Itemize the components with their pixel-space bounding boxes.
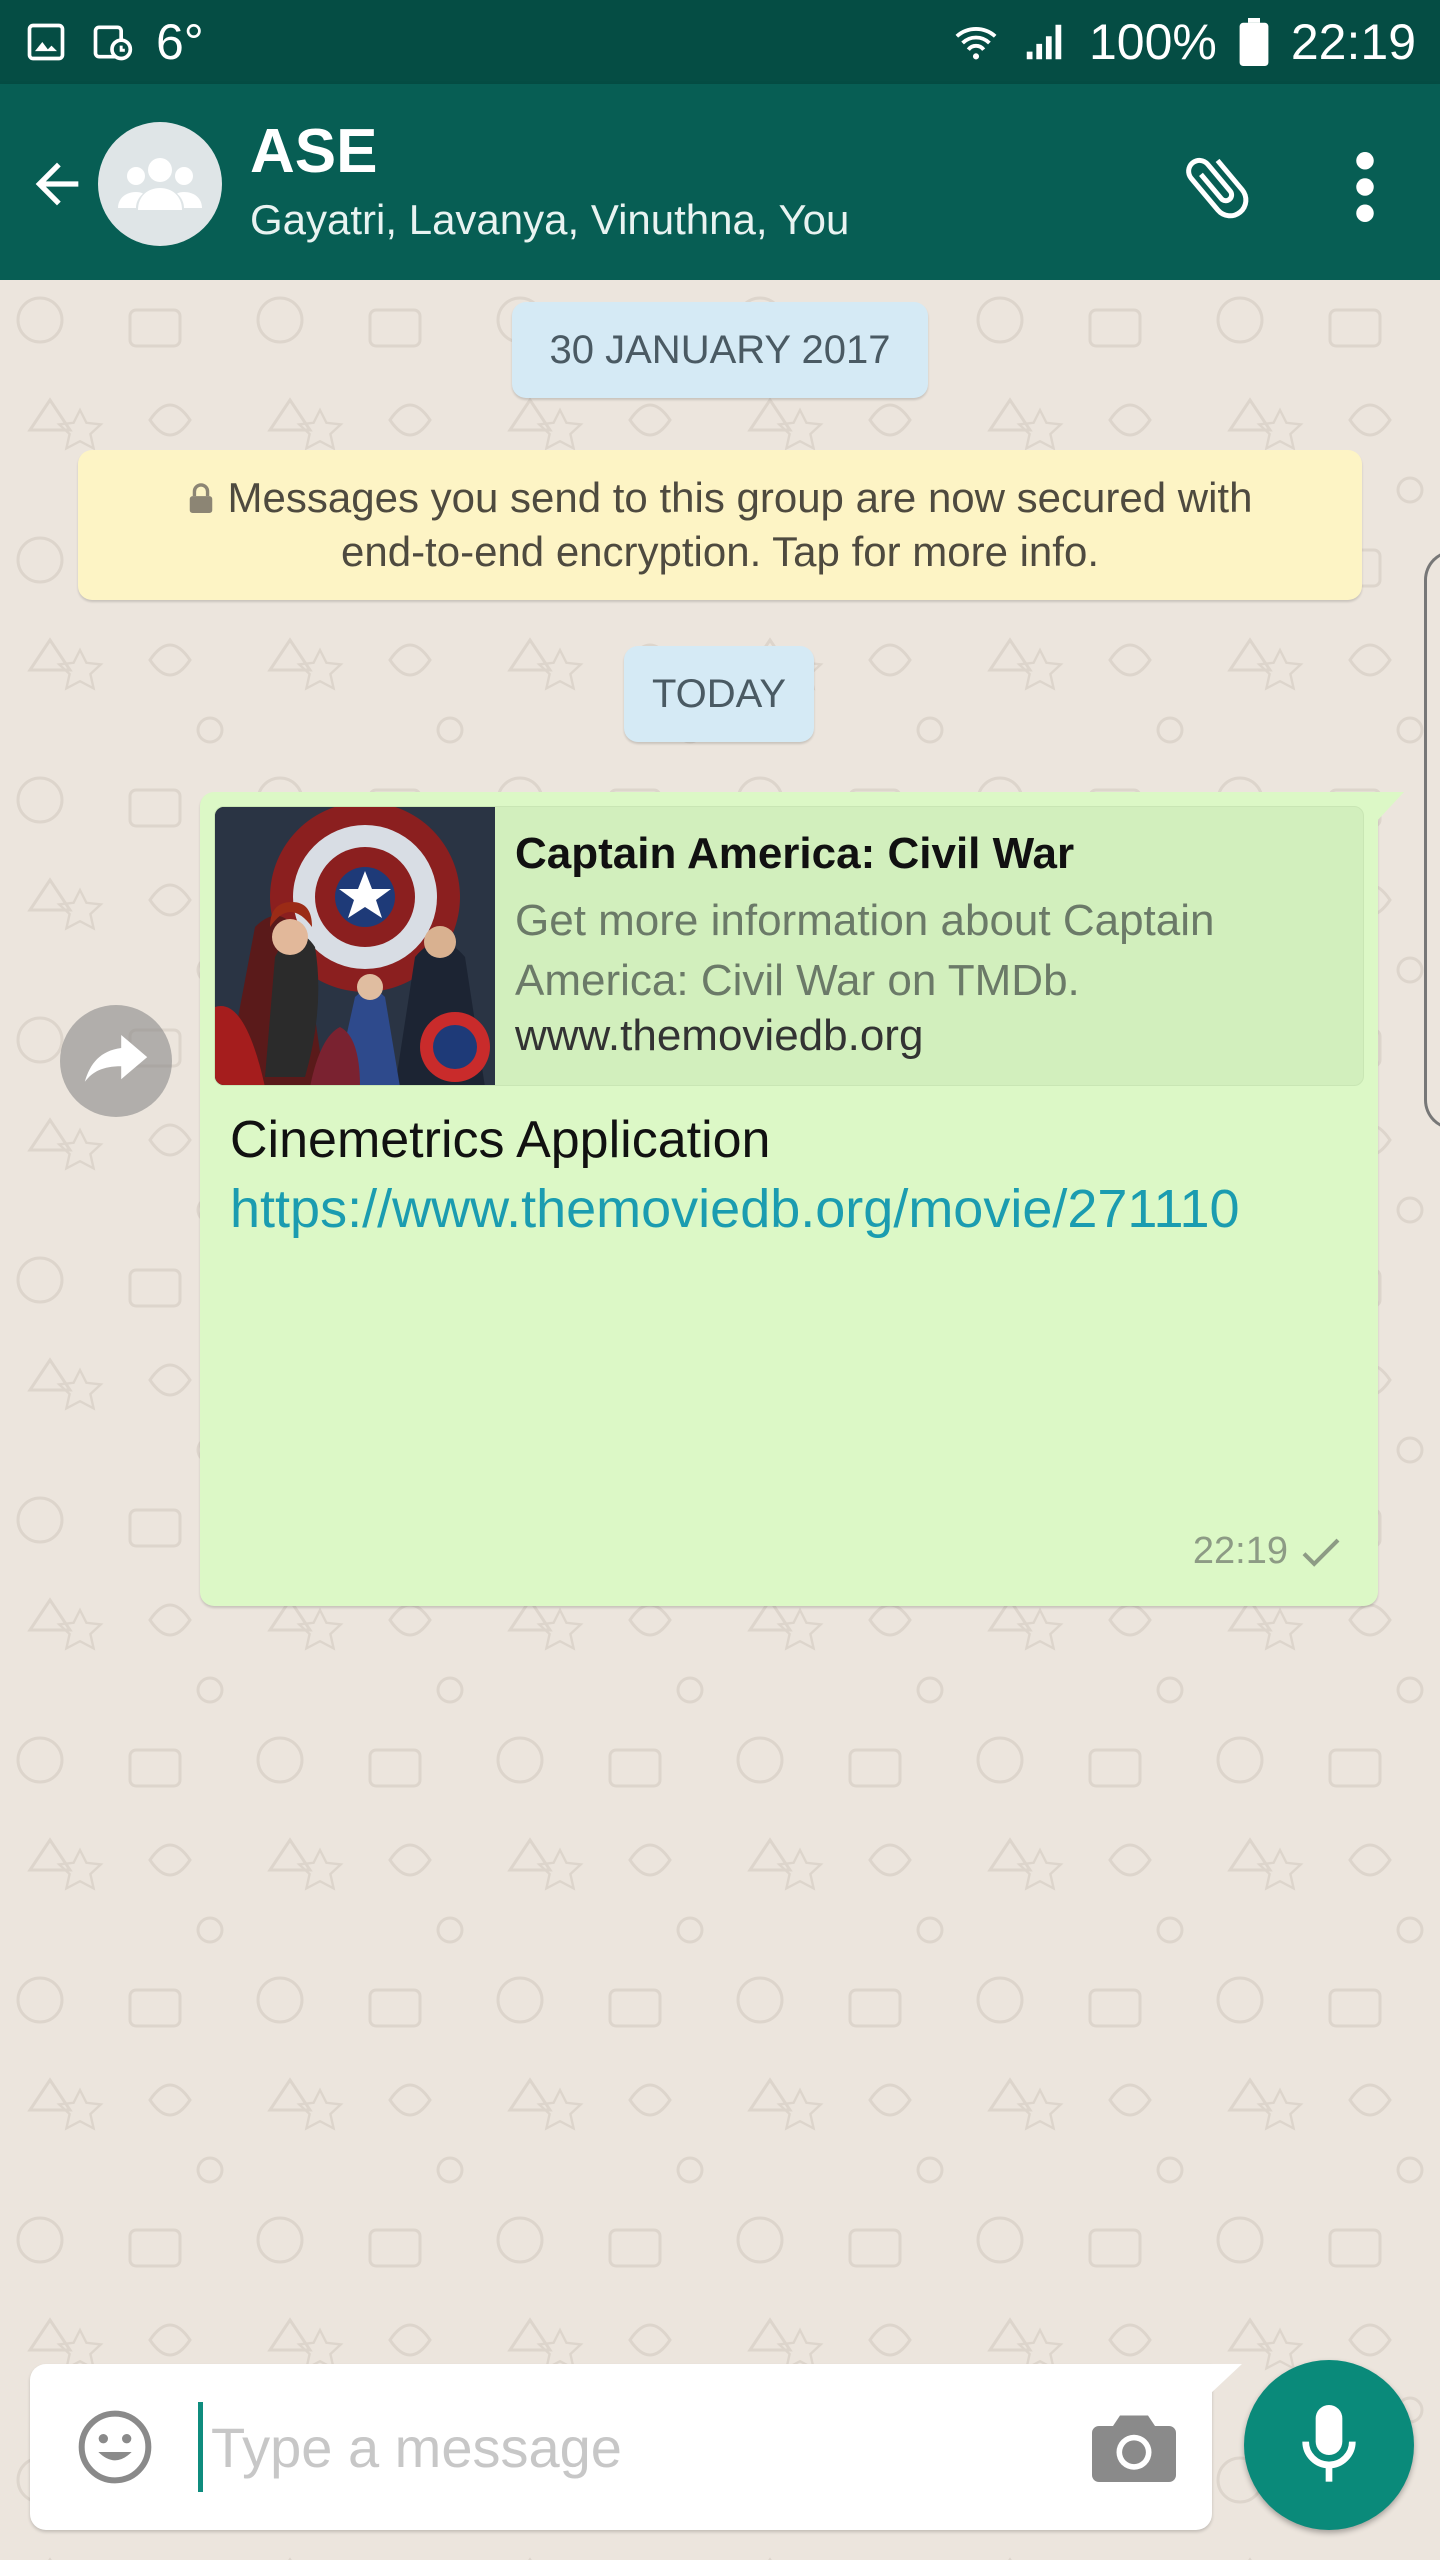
emoji-button[interactable] <box>72 2404 158 2490</box>
single-check-icon <box>1302 1538 1340 1567</box>
more-options-button[interactable] <box>1330 142 1400 232</box>
signal-icon <box>1021 19 1067 65</box>
forward-icon <box>84 1035 148 1082</box>
more-vertical-icon <box>1356 152 1374 222</box>
emoji-icon <box>78 2410 152 2484</box>
paperclip-icon <box>1186 157 1249 219</box>
status-bar: 6° 100% 22:19 <box>0 0 1440 84</box>
gallery-notification-icon <box>24 20 68 64</box>
message-text: Cinemetrics Application <box>230 1111 771 1169</box>
calendar-notification-icon <box>90 20 134 64</box>
date-chip: TODAY <box>624 646 814 742</box>
group-avatar-icon <box>118 158 202 210</box>
chat-participants[interactable]: Gayatri, Lavanya, Vinuthna, You <box>250 196 849 244</box>
lock-icon <box>189 483 212 513</box>
outgoing-message-bubble[interactable]: Captain America: Civil War Get more info… <box>200 792 1404 1606</box>
back-button[interactable] <box>22 144 92 224</box>
message-time: 22:19 <box>1192 1530 1288 1572</box>
encryption-notice[interactable]: Messages you send to this group are now … <box>78 450 1362 600</box>
group-avatar[interactable] <box>98 122 222 246</box>
link-preview-description: Get more information about Captain Ameri… <box>515 896 1215 1005</box>
bubble-tail <box>1376 792 1404 822</box>
chat-title[interactable]: ASE <box>250 116 377 187</box>
back-arrow-icon <box>35 162 79 206</box>
link-preview-card[interactable]: Captain America: Civil War Get more info… <box>214 806 1364 1086</box>
link-preview-domain: www.themoviedb.org <box>515 1011 924 1060</box>
microphone-icon <box>1302 2405 1356 2482</box>
camera-button[interactable] <box>1086 2402 1182 2492</box>
chat-area[interactable]: 30 JANUARY 2017 Messages you send to thi… <box>0 280 1440 2560</box>
encryption-text-line-1: Messages you send to this group are now … <box>227 474 1253 521</box>
attach-button[interactable] <box>1172 142 1262 232</box>
message-composer <box>30 2364 1242 2530</box>
link-preview-title: Captain America: Civil War <box>515 829 1075 878</box>
voice-message-button[interactable] <box>1244 2360 1414 2530</box>
encryption-text-line-2: end-to-end encryption. Tap for more info… <box>341 528 1099 575</box>
message-meta: 22:19 <box>1193 1530 1342 1573</box>
date-chip: 30 JANUARY 2017 <box>512 302 928 398</box>
clock: 22:19 <box>1290 14 1416 70</box>
composer-tail <box>1210 2364 1242 2394</box>
wifi-icon <box>953 19 999 65</box>
link-preview-thumbnail <box>215 807 495 1085</box>
forward-button[interactable] <box>60 1005 172 1117</box>
chat-header: ASE Gayatri, Lavanya, Vinuthna, You <box>0 84 1440 280</box>
battery-icon <box>1239 18 1269 66</box>
battery-percentage: 100% <box>1088 14 1217 70</box>
message-link[interactable]: https://www.themoviedb.org/movie/271110 <box>230 1178 1240 1240</box>
temperature-text: 6° <box>156 14 204 70</box>
camera-icon <box>1092 2415 1176 2482</box>
edge-panel-handle[interactable] <box>1424 550 1440 1130</box>
message-input[interactable] <box>198 2402 1068 2492</box>
